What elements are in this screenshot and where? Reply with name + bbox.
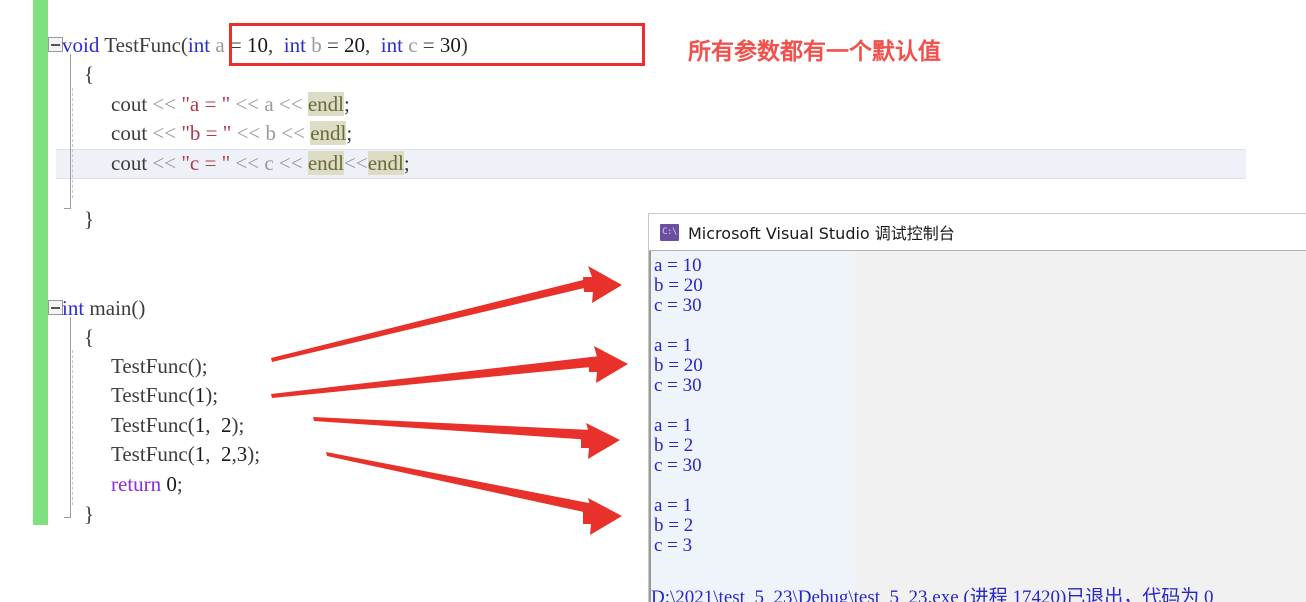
token-call-3-arg1: 1 <box>194 413 206 437</box>
token-string-a: "a = " <box>181 92 231 116</box>
console-app-icon: C:\ <box>660 223 679 241</box>
token-keyword-int-main: int <box>62 296 85 320</box>
token-call-3-open: ( <box>187 413 195 437</box>
console-line: a = 10 <box>654 255 702 276</box>
token-endl-b: endl <box>310 121 347 145</box>
token-shift-c1: << <box>152 151 177 175</box>
token-return-value: 0 <box>166 472 177 496</box>
token-call-4-semi: ; <box>254 442 261 466</box>
token-call-2-arg1: 1 <box>194 383 206 407</box>
token-endl-a: endl <box>307 92 345 116</box>
token-call-2-semi: ; <box>212 383 219 407</box>
token-shift-c3: << <box>278 151 303 175</box>
token-call-2-name: TestFunc <box>111 383 188 407</box>
token-main-close-paren: ) <box>138 296 146 320</box>
token-return-semi: ; <box>176 472 183 496</box>
token-call-1-close: ) <box>194 354 202 378</box>
debug-console-window[interactable]: C:\ Microsoft Visual Studio 调试控制台 a = 10… <box>648 213 1306 602</box>
token-arg-c: c <box>264 151 274 175</box>
token-call-1-semi: ; <box>201 354 208 378</box>
console-title-bar: C:\ Microsoft Visual Studio 调试控制台 <box>649 214 1306 251</box>
token-open-brace-func: { <box>84 62 95 86</box>
token-open-brace-main: { <box>84 325 95 349</box>
token-shift-b3: << <box>281 121 305 145</box>
token-call-3-name: TestFunc <box>111 413 188 437</box>
token-semicolon-b: ; <box>346 121 353 145</box>
token-open-paren: ( <box>180 33 188 57</box>
token-shift-b1: << <box>152 121 177 145</box>
token-call-3-semi: ; <box>238 413 245 437</box>
token-call-1-open: ( <box>187 354 195 378</box>
token-call-4-open: ( <box>187 442 195 466</box>
console-exit-message-wrap: D:\2021\test_5_23\Debug\test_5_23.exe (进… <box>648 585 1306 602</box>
token-keyword-void: void <box>62 33 100 57</box>
token-call-4-arg1: 1 <box>194 442 206 466</box>
token-arg-a: a <box>264 92 274 116</box>
console-text-region: a = 10 b = 20 c = 30 a = 1 b = 20 c = 30… <box>649 251 855 602</box>
indent-guide-testfunc <box>72 88 73 198</box>
code-line-cout-b[interactable]: cout << "b = " << b << endl; <box>111 119 811 148</box>
console-line: c = 30 <box>654 375 702 396</box>
token-function-main: main <box>89 296 132 320</box>
token-endl-c2: endl <box>367 151 404 175</box>
console-line: a = 1 <box>654 335 693 356</box>
code-line-cout-a[interactable]: cout << "a = " << a << endl; <box>111 90 811 119</box>
default-parameters-highlight-box <box>229 23 645 66</box>
console-line: b = 2 <box>654 435 694 456</box>
console-line: a = 1 <box>654 495 693 516</box>
token-call-1-name: TestFunc <box>111 354 188 378</box>
annotation-all-params-have-default: 所有参数都有一个默认值 <box>688 39 941 65</box>
token-var-a: a <box>215 33 225 57</box>
console-output-body: a = 10 b = 20 c = 30 a = 1 b = 20 c = 30… <box>649 251 1306 602</box>
token-shift-a1: << <box>152 92 177 116</box>
console-line: c = 30 <box>654 295 702 316</box>
token-arg-b: b <box>265 121 277 145</box>
token-close-brace-func: } <box>84 207 95 231</box>
token-endl-c1: endl <box>307 151 345 175</box>
fold-bracket-foot-testfunc <box>64 208 71 209</box>
console-line: a = 1 <box>654 415 693 436</box>
token-shift-b2: << <box>236 121 261 145</box>
token-call-2-open: ( <box>187 383 195 407</box>
console-line: b = 2 <box>654 515 694 536</box>
indent-guide-main <box>72 350 73 505</box>
token-shift-c2: << <box>235 151 260 175</box>
console-line: b = 20 <box>654 275 703 296</box>
fold-bracket-foot-main <box>64 517 71 518</box>
token-function-testfunc: TestFunc <box>104 33 181 57</box>
token-string-b: "b = " <box>181 121 232 145</box>
token-shift-a3: << <box>278 92 303 116</box>
token-cout-c: cout <box>111 151 148 175</box>
token-keyword-return: return <box>111 472 162 496</box>
console-exit-message: D:\2021\test_5_23\Debug\test_5_23.exe (进… <box>651 587 1214 602</box>
token-cout-b: cout <box>111 121 148 145</box>
token-close-brace-main: } <box>84 502 95 526</box>
token-call-3-arg2: 2 <box>220 413 232 437</box>
console-window-title: Microsoft Visual Studio 调试控制台 <box>688 224 955 243</box>
token-call-4-name: TestFunc <box>111 442 188 466</box>
token-cout-a: cout <box>111 92 148 116</box>
fold-bracket-main <box>70 317 71 517</box>
token-semicolon-c: ; <box>403 151 410 175</box>
fold-bracket-testfunc <box>70 54 71 208</box>
console-line: c = 30 <box>654 455 702 476</box>
fold-toggle-testfunc[interactable] <box>48 37 63 52</box>
token-call-4-arg2: 2 <box>220 442 232 466</box>
console-line: c = 3 <box>654 535 693 556</box>
fold-toggle-main[interactable] <box>48 300 63 315</box>
token-shift-a2: << <box>235 92 260 116</box>
track-changes-indicator-bar <box>33 0 48 525</box>
code-line-cout-c[interactable]: cout << "c = " << c << endl<<endl; <box>111 149 811 178</box>
token-semicolon-a: ; <box>344 92 350 116</box>
token-string-c: "c = " <box>181 151 231 175</box>
console-icon-label: C:\ <box>662 227 677 237</box>
token-call-4-arg3: 3 <box>236 442 248 466</box>
token-keyword-int-a: int <box>187 33 211 57</box>
console-line: b = 20 <box>654 355 703 376</box>
token-shift-c4: << <box>344 151 368 175</box>
